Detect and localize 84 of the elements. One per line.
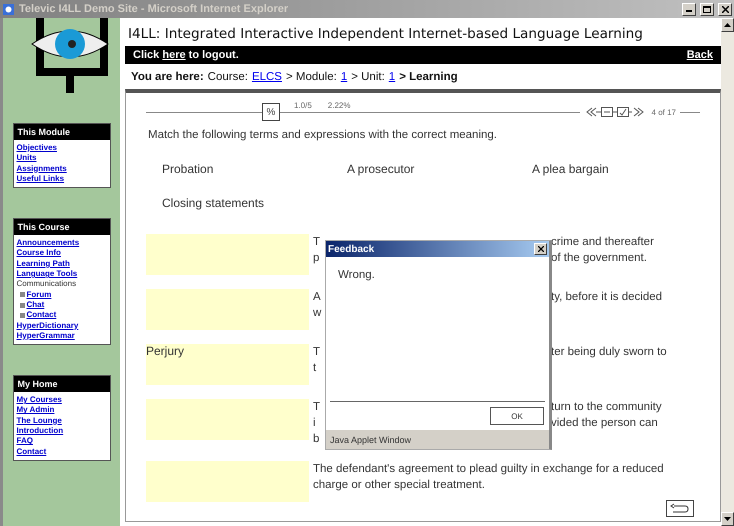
breadcrumb-text: Course: [208, 71, 248, 83]
close-button[interactable] [718, 2, 732, 16]
close-icon [722, 6, 728, 12]
sidebar-link[interactable]: Forum [26, 290, 52, 300]
sidebar-link[interactable]: HyperDictionary [16, 320, 106, 331]
dialog-title: Feedback [328, 244, 374, 254]
definition-text: A [313, 291, 321, 303]
ok-button[interactable]: OK [490, 407, 544, 425]
return-button[interactable] [666, 500, 694, 517]
breadcrumb-link[interactable]: 1 [388, 71, 396, 83]
page-title: I4LL: Integrated Interactive Independent Internet-based Language Learning [127, 25, 644, 44]
feedback-message: Wrong. [338, 269, 375, 281]
definition-text: w [313, 307, 322, 319]
panel-title: My Home [14, 376, 110, 392]
maximize-icon [703, 6, 711, 12]
breadcrumb-text: > Learning [399, 71, 458, 83]
panel-title: This Course [14, 219, 110, 236]
term-text[interactable]: A plea bargain [532, 162, 712, 176]
score-text: 1.0/5 [294, 101, 312, 110]
definition-text: ty, before it is decided [551, 291, 664, 303]
definition-text: T [313, 401, 320, 413]
definition-text: crime and thereafter [551, 236, 655, 248]
definition-text: T [313, 346, 320, 358]
breadcrumb-link[interactable]: ELCS [252, 71, 282, 83]
logout-text: to logout. [188, 49, 239, 61]
scrollbar[interactable] [721, 18, 734, 526]
definition-text: i [313, 417, 316, 429]
percent-button[interactable]: % [262, 103, 280, 121]
sidebar-link[interactable]: My Admin [16, 405, 106, 416]
definition-text: vided the person can [551, 417, 659, 429]
sidebar-link[interactable]: Language Tools [16, 269, 106, 280]
term-text[interactable]: A prosecutor [347, 162, 532, 176]
answer-drop-zone[interactable]: Perjury [146, 344, 309, 385]
close-button[interactable] [534, 243, 547, 255]
down-arrow-icon[interactable] [724, 517, 731, 521]
sidebar-link[interactable]: The Lounge [16, 416, 106, 426]
return-arrow-icon [670, 503, 690, 514]
close-icon [538, 246, 544, 252]
definition-text: ter being duly sworn to [551, 346, 668, 358]
definition-text: b [313, 433, 320, 445]
instruction-text: Match the following terms and expressions with the correct meaning. [148, 129, 498, 141]
sidebar-link[interactable]: Objectives [16, 143, 106, 154]
sidebar-link[interactable]: My Courses [16, 395, 106, 406]
definition-text: t [313, 362, 316, 374]
sidebar-link[interactable]: Announcements [16, 238, 106, 248]
applet-warning-bar: Java Applet Window [326, 430, 549, 449]
breadcrumb-link[interactable]: 1 [340, 71, 348, 83]
definition-text: The defendant's agreement to plead guilty in exchange for a reduced charge or other special treatment. [313, 462, 665, 493]
definition-text: T [313, 236, 320, 248]
maximize-button[interactable] [700, 2, 714, 16]
term-text[interactable]: Closing statements [162, 196, 347, 210]
sidebar-link[interactable]: Chat [26, 300, 44, 310]
minimize-button[interactable] [682, 2, 696, 16]
bullet-icon [20, 312, 24, 318]
browser-icon [2, 2, 15, 16]
window-title: Televic I4LL Demo Site - Microsoft Internet Explorer [19, 3, 290, 15]
term-text[interactable]: Probation [162, 162, 347, 176]
logout-link[interactable]: here [162, 49, 186, 61]
position-text: 4 of 17 [652, 108, 676, 116]
answer-text: Perjury [146, 344, 184, 358]
progress-text: 2.22% [328, 101, 350, 110]
sidebar-link[interactable]: Introduction [16, 426, 106, 436]
sidebar-link[interactable]: Course Info [16, 248, 106, 259]
up-arrow-icon[interactable] [724, 23, 731, 27]
breadcrumb-text: > Module: [286, 71, 337, 83]
definition-text: turn to the community [551, 401, 663, 413]
back-link[interactable]: Back [686, 49, 713, 61]
breadcrumb-text: > Unit: [351, 71, 385, 83]
sidebar-link[interactable]: Contact [26, 310, 56, 321]
sidebar-link[interactable]: FAQ [16, 436, 106, 447]
sidebar-link[interactable]: Units [16, 153, 106, 164]
breadcrumb-text: You are here: [131, 71, 204, 83]
sidebar-link[interactable]: Useful Links [16, 174, 106, 184]
navigation-drawing[interactable] [584, 105, 646, 119]
definition-text: p [313, 252, 320, 264]
sidebar-link[interactable]: HyperGrammar [16, 330, 106, 342]
logout-text: Click [133, 49, 160, 61]
sidebar-link[interactable]: Assignments [16, 164, 106, 174]
panel-title: This Module [14, 124, 110, 140]
sidebar-link[interactable]: Learning Path [16, 258, 106, 270]
sidebar-link[interactable]: Contact [16, 446, 106, 457]
sidebar-heading: Communications [16, 279, 78, 290]
bullet-icon [20, 302, 24, 308]
bullet-icon [20, 292, 24, 298]
